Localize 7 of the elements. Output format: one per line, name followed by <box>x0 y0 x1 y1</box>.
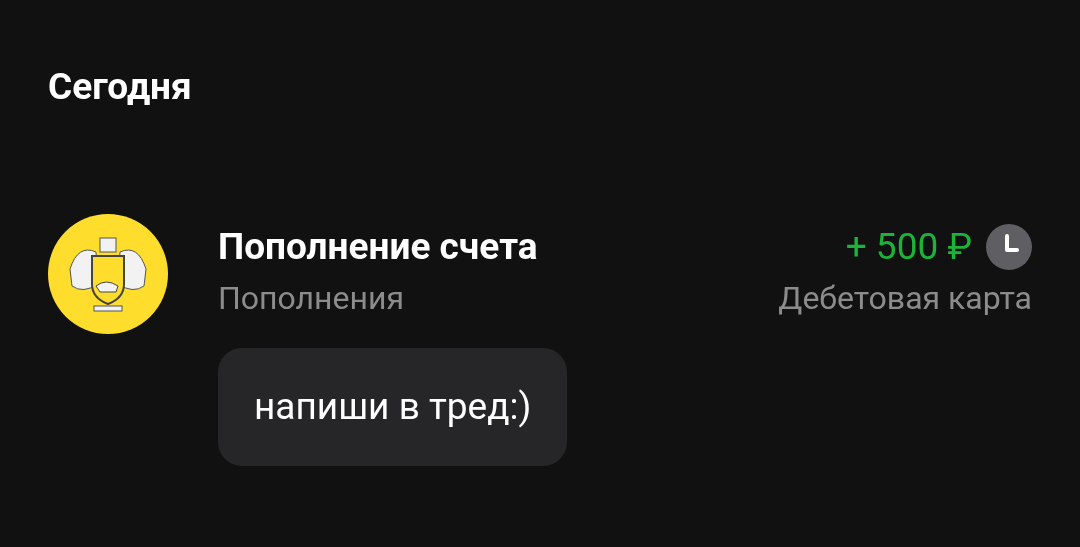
operation-title: Пополнение счета <box>218 224 538 270</box>
comment-bubble: напиши в тред:) <box>218 348 568 466</box>
section-title: Сегодня <box>48 64 193 110</box>
amount: + 500 ₽ <box>845 224 972 270</box>
operation-category: Пополнения <box>218 278 405 318</box>
account-name: Дебетовая карта <box>778 278 1032 318</box>
bank-crest-icon <box>48 214 168 334</box>
